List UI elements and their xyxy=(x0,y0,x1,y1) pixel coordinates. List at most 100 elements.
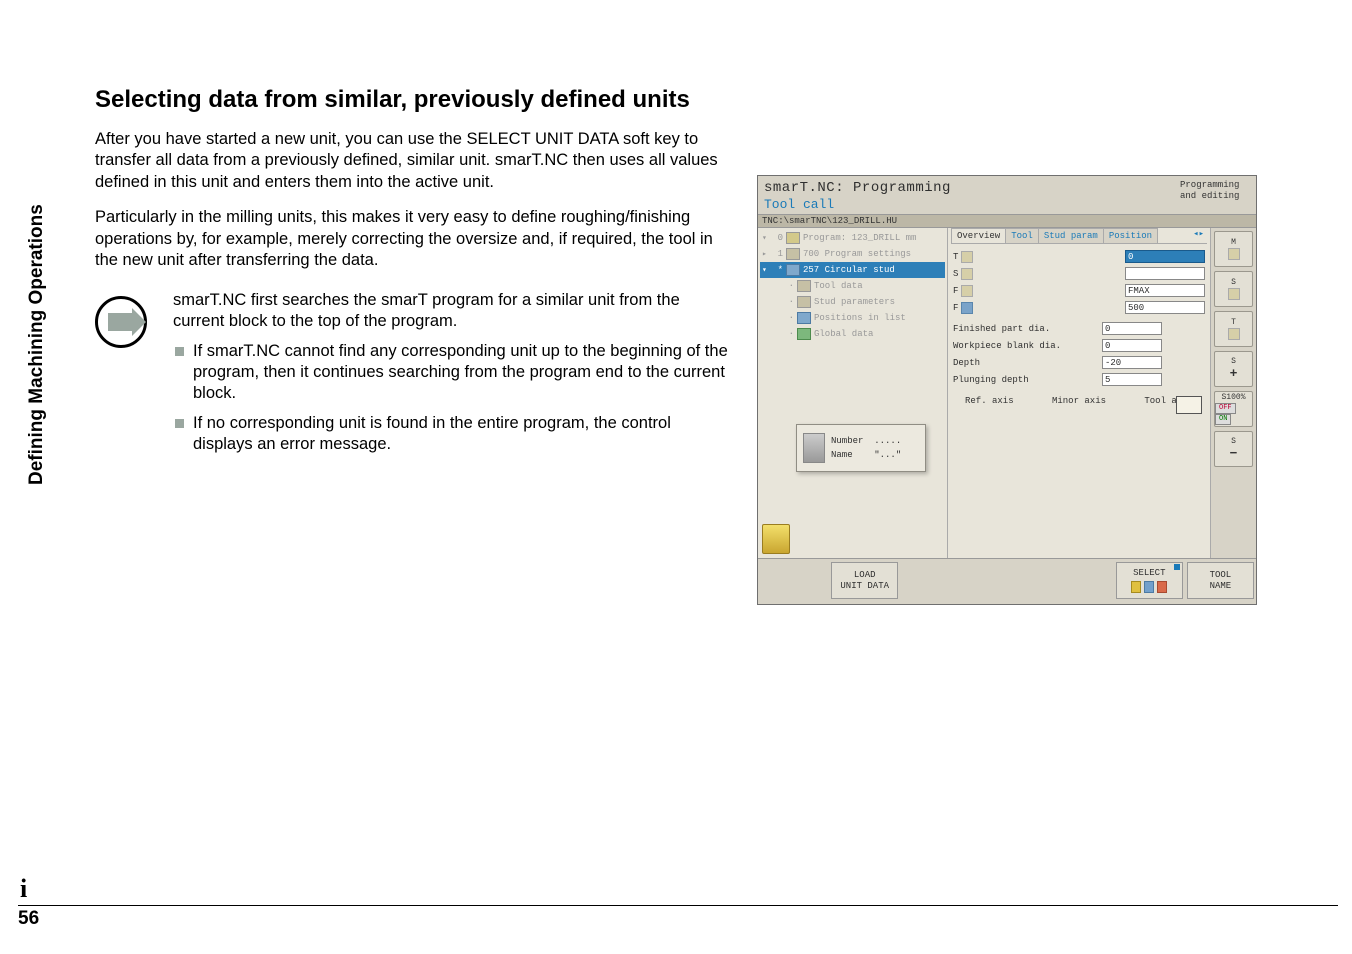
tab-tool[interactable]: Tool xyxy=(1005,228,1039,243)
tree-bottom-tool-icon xyxy=(762,524,790,554)
tree-row-stud-params[interactable]: · Stud parameters xyxy=(760,294,945,310)
input-feed[interactable]: FMAX xyxy=(1125,284,1205,297)
softkey-select[interactable]: SELECT xyxy=(1116,562,1183,599)
label-minor-axis: Minor axis xyxy=(1052,396,1106,406)
softkey-4 xyxy=(973,562,1040,599)
tab-position[interactable]: Position xyxy=(1103,228,1158,243)
program-icon xyxy=(786,232,800,244)
row-spindle: S xyxy=(953,265,1205,282)
note-bullet-2: If no corresponding unit is found in the… xyxy=(175,413,735,456)
screenshot-titlebar: smarT.NC: Programming Tool call Programm… xyxy=(758,176,1256,214)
row-feed: F FMAX xyxy=(953,282,1205,299)
label-f2: F xyxy=(953,302,1049,314)
select-icon-3 xyxy=(1157,581,1167,593)
input-depth[interactable]: -20 xyxy=(1102,356,1162,369)
toolbar-btn-s100[interactable]: S100% OFF ON xyxy=(1214,391,1253,427)
settings-icon xyxy=(786,248,800,260)
toolbar-s-label: S xyxy=(1231,279,1236,287)
tree-row-label: Positions in list xyxy=(814,313,906,323)
tool-popup-text: Number ..... Name "..." xyxy=(831,434,901,463)
toolbar-sminus-label: S xyxy=(1231,438,1236,446)
f-label-text: F xyxy=(953,286,958,296)
tree-caret-icon: ▾ xyxy=(762,233,770,243)
input-plunge-depth[interactable]: 5 xyxy=(1102,373,1162,386)
softkey-tool-l1: TOOL xyxy=(1210,570,1232,581)
toolbar-btn-s-plus[interactable]: S+ xyxy=(1214,351,1253,387)
s-btn-icon xyxy=(1228,288,1240,300)
popup-name-label: Name xyxy=(831,450,853,460)
softkey-load-unit-data[interactable]: LOAD UNIT DATA xyxy=(831,562,898,599)
tree-row-num: 1 xyxy=(773,249,783,259)
toolbar-m-label: M xyxy=(1231,239,1236,247)
toolbar-t-label: T xyxy=(1231,319,1236,327)
info-icon: i xyxy=(20,874,27,904)
softkey-1 xyxy=(760,562,827,599)
label-plunge-depth: Plunging depth xyxy=(953,375,1098,385)
tree-row-label: 257 Circular stud xyxy=(803,265,895,275)
note-block: smarT.NC first searches the smarT progra… xyxy=(95,290,735,464)
input-spindle[interactable] xyxy=(1125,267,1205,280)
tree-row-tool-data[interactable]: · Tool data xyxy=(760,278,945,294)
tree-row-num: · xyxy=(784,281,794,291)
tree-row-settings[interactable]: ▸ 1 700 Program settings xyxy=(760,246,945,262)
softkey-tool-name[interactable]: TOOL NAME xyxy=(1187,562,1254,599)
axis-labels-row: Ref. axis Minor axis Tool axis xyxy=(951,392,1207,408)
row-tool-number: T 0 xyxy=(953,248,1205,265)
form-tabs: Overview Tool Stud param Position ◂▸ xyxy=(951,228,1207,244)
popup-name-value: "..." xyxy=(874,450,901,460)
input-blank-dia[interactable]: 0 xyxy=(1102,339,1162,352)
row-finished-dia: Finished part dia. 0 xyxy=(953,320,1205,337)
tree-caret-icon: ▾ xyxy=(762,265,770,275)
t-label-text: T xyxy=(953,252,958,262)
label-depth: Depth xyxy=(953,358,1098,368)
toolbar-btn-s-minus[interactable]: S− xyxy=(1214,431,1253,467)
main-content: Selecting data from similar, previously … xyxy=(95,85,735,464)
tree-row-global-data[interactable]: · Global data xyxy=(760,326,945,342)
s-label-text: S xyxy=(953,269,958,279)
screenshot-body: ▾ 0 Program: 123_DRILL mm ▸ 1 700 Progra… xyxy=(758,228,1256,558)
global-data-icon xyxy=(797,328,811,340)
input-finished-dia[interactable]: 0 xyxy=(1102,322,1162,335)
input-tool-number[interactable]: 0 xyxy=(1125,250,1205,263)
plus-icon: + xyxy=(1230,367,1238,380)
note-intro: smarT.NC first searches the smarT progra… xyxy=(173,290,735,333)
unit-form: Overview Tool Stud param Position ◂▸ T 0… xyxy=(948,228,1210,558)
page-number: 56 xyxy=(18,908,39,929)
f2-label-text: F xyxy=(953,303,958,313)
section-heading: Selecting data from similar, previously … xyxy=(95,85,735,115)
positions-icon xyxy=(797,312,811,324)
toolbar-btn-t[interactable]: T xyxy=(1214,311,1253,347)
tree-caret-icon: ▸ xyxy=(762,249,770,259)
minus-icon: − xyxy=(1230,447,1238,460)
tab-scroll-arrows-icon[interactable]: ◂▸ xyxy=(1190,228,1207,243)
f-icon xyxy=(961,285,973,297)
label-t: T xyxy=(953,251,1049,263)
softkey-corner-icon xyxy=(1174,564,1180,570)
tool-popup-icon xyxy=(803,433,825,463)
footer-divider xyxy=(18,905,1338,906)
paragraph-2: Particularly in the milling units, this … xyxy=(95,207,735,271)
toolbar-btn-m[interactable]: M xyxy=(1214,231,1253,267)
tree-row-positions[interactable]: · Positions in list xyxy=(760,310,945,326)
softkey-select-icons xyxy=(1131,581,1167,593)
tab-stud-param[interactable]: Stud param xyxy=(1038,228,1104,243)
label-blank-dia: Workpiece blank dia. xyxy=(953,341,1098,351)
note-bullet-list: If smarT.NC cannot find any correspondin… xyxy=(175,341,735,456)
toolbar-btn-s[interactable]: S xyxy=(1214,271,1253,307)
cnc-screenshot: smarT.NC: Programming Tool call Programm… xyxy=(757,175,1257,605)
tree-row-label: 700 Program settings xyxy=(803,249,911,259)
tool-number-popup: Number ..... Name "..." xyxy=(796,424,926,472)
label-ref-axis: Ref. axis xyxy=(965,396,1014,406)
note-arrow-icon xyxy=(95,296,147,348)
t-icon xyxy=(961,251,973,263)
tree-row-circular-stud[interactable]: ▾ * 257 Circular stud xyxy=(760,262,945,278)
tree-row-program[interactable]: ▾ 0 Program: 123_DRILL mm xyxy=(760,230,945,246)
row-blank-dia: Workpiece blank dia. 0 xyxy=(953,337,1205,354)
m-icon xyxy=(1228,248,1240,260)
page-number-box: 56 xyxy=(18,908,56,930)
input-feed2[interactable]: 500 xyxy=(1125,301,1205,314)
softkey-5 xyxy=(1045,562,1112,599)
tree-row-label: Stud parameters xyxy=(814,297,895,307)
tab-overview[interactable]: Overview xyxy=(951,228,1006,243)
s-icon xyxy=(961,268,973,280)
